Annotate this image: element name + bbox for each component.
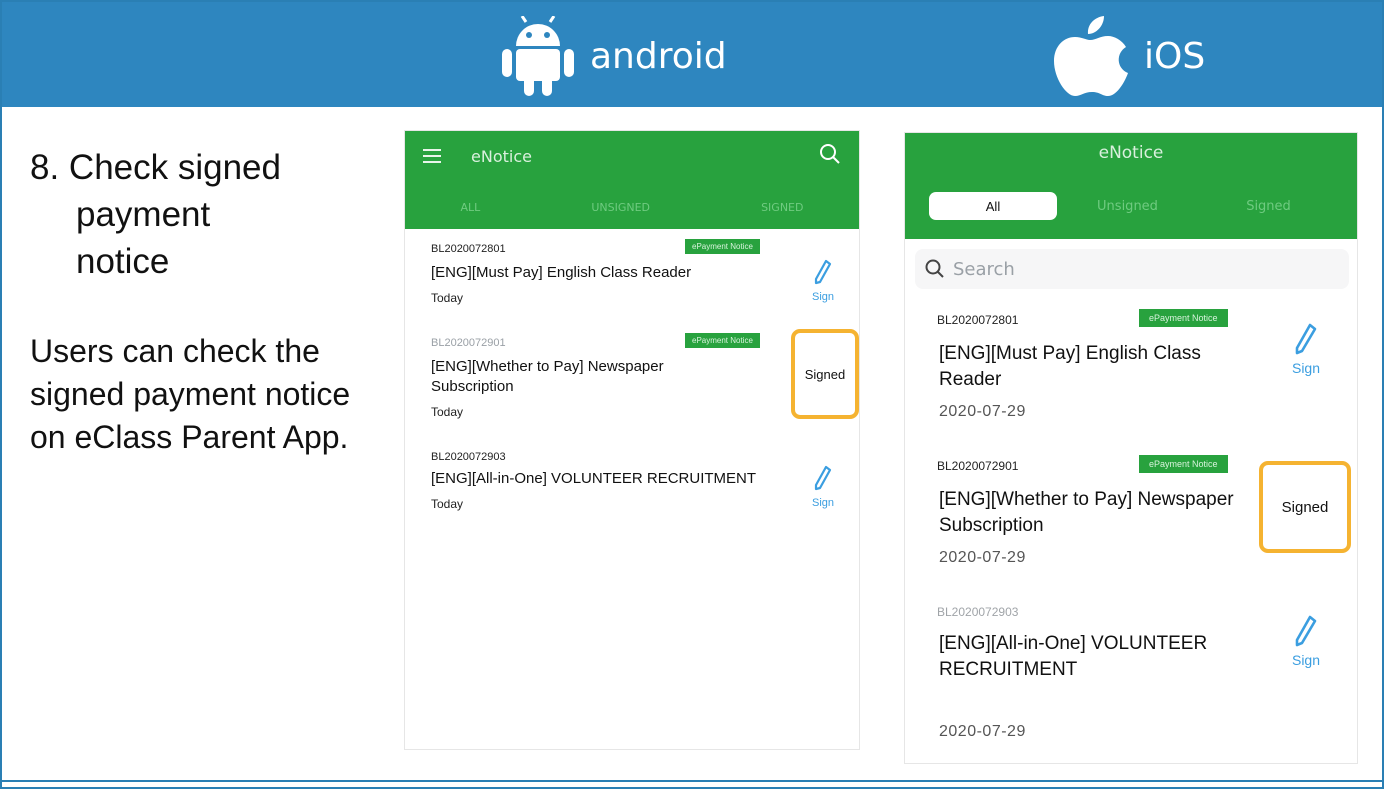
notice-code: BL2020072801 xyxy=(937,313,1019,327)
sign-label: Sign xyxy=(1291,652,1321,668)
step-title-line2: payment xyxy=(76,195,211,234)
platform-banner: android iOS xyxy=(2,2,1382,110)
list-item[interactable]: BL2020072903 [ENG][All-in-One] VOLUNTEER… xyxy=(905,599,1357,749)
pen-icon xyxy=(814,259,832,285)
notice-date: 2020-07-29 xyxy=(939,723,1026,740)
tab-unsigned[interactable]: UNSIGNED xyxy=(591,193,650,223)
sign-button[interactable]: Sign xyxy=(803,259,843,303)
step-title: 8. Check signed payment notice xyxy=(30,144,360,285)
notice-code: BL2020072903 xyxy=(431,451,506,463)
list-item[interactable]: BL2020072903 [ENG][All-in-One] VOLUNTEER… xyxy=(405,447,859,527)
pen-icon xyxy=(814,465,832,491)
tab-all[interactable]: ALL xyxy=(461,193,481,223)
notice-date: 2020-07-29 xyxy=(939,549,1026,566)
ios-app-title: eNotice xyxy=(1098,143,1164,163)
menu-icon[interactable] xyxy=(423,149,441,163)
ios-label: iOS xyxy=(1144,35,1206,77)
notice-date: Today xyxy=(431,291,464,305)
step-description: Users can check the signed payment notic… xyxy=(30,333,351,455)
search-field[interactable]: Search xyxy=(915,249,1349,289)
signed-status: Signed xyxy=(791,329,859,419)
notice-code: BL2020072903 xyxy=(937,605,1019,619)
slide: android iOS 8. Check signed payment noti… xyxy=(0,0,1384,789)
apple-icon xyxy=(1054,16,1128,96)
search-icon xyxy=(925,259,944,278)
list-item[interactable]: BL2020072801 ePayment Notice [ENG][Must … xyxy=(905,303,1357,433)
sign-label: Sign xyxy=(811,497,835,509)
search-placeholder: Search xyxy=(953,258,1015,280)
ios-header: iOS xyxy=(1052,2,1205,110)
notice-title: [ENG][All-in-One] VOLUNTEER RECRUITMENT xyxy=(939,633,1208,680)
notice-date: Today xyxy=(431,497,464,511)
step-title-line1: 8. Check signed xyxy=(30,148,281,187)
ios-screen: eNotice All Unsigned Signed Search BL202… xyxy=(904,132,1358,764)
epayment-badge: ePayment Notice xyxy=(685,239,760,254)
notice-title: [ENG][Must Pay] English Class Reader xyxy=(939,343,1201,390)
sign-button[interactable]: Sign xyxy=(803,465,843,509)
step-title-line3: notice xyxy=(76,242,170,281)
pen-icon xyxy=(1295,615,1317,647)
segment-all[interactable]: All xyxy=(929,192,1057,220)
ios-app-bar: eNotice All Unsigned Signed xyxy=(905,133,1357,239)
notice-date: Today xyxy=(431,405,464,419)
android-screen: eNotice ALL UNSIGNED SIGNED BL2020072801… xyxy=(404,130,860,750)
sign-button[interactable]: Sign xyxy=(1281,323,1331,376)
sign-label: Sign xyxy=(811,291,835,303)
epayment-badge: ePayment Notice xyxy=(1139,309,1228,327)
pen-icon xyxy=(1295,323,1317,355)
epayment-badge: ePayment Notice xyxy=(1139,455,1228,473)
epayment-badge: ePayment Notice xyxy=(685,333,760,348)
android-app-bar: eNotice ALL UNSIGNED SIGNED xyxy=(405,131,859,229)
notice-title: [ENG][Must Pay] English Class Reader xyxy=(431,264,692,281)
sign-button[interactable]: Sign xyxy=(1281,615,1331,668)
android-label: android xyxy=(590,35,727,77)
bottom-divider xyxy=(2,780,1382,782)
android-robot-icon xyxy=(502,16,574,96)
notice-code: BL2020072901 xyxy=(937,459,1019,473)
segment-unsigned[interactable]: Unsigned xyxy=(1057,199,1198,214)
notice-date: 2020-07-29 xyxy=(939,403,1026,420)
signed-status: Signed xyxy=(1259,461,1351,553)
segmented-control: All Unsigned Signed xyxy=(929,191,1339,221)
android-app-title: eNotice xyxy=(471,147,532,166)
notice-title: [ENG][Whether to Pay] Newspaper Subscrip… xyxy=(431,358,664,395)
tab-signed[interactable]: SIGNED xyxy=(761,193,803,223)
notice-title: [ENG][All-in-One] VOLUNTEER RECRUITMENT xyxy=(431,470,757,487)
android-header: android xyxy=(500,2,727,110)
sign-label: Sign xyxy=(1291,360,1321,376)
notice-code: BL2020072901 xyxy=(431,337,506,349)
list-item[interactable]: BL2020072801 ePayment Notice [ENG][Must … xyxy=(405,235,859,325)
segment-signed[interactable]: Signed xyxy=(1198,199,1339,214)
notice-code: BL2020072801 xyxy=(431,243,506,255)
android-tabs: ALL UNSIGNED SIGNED xyxy=(405,193,859,223)
search-icon[interactable] xyxy=(819,143,841,165)
notice-title: [ENG][Whether to Pay] Newspaper Subscrip… xyxy=(939,489,1234,536)
